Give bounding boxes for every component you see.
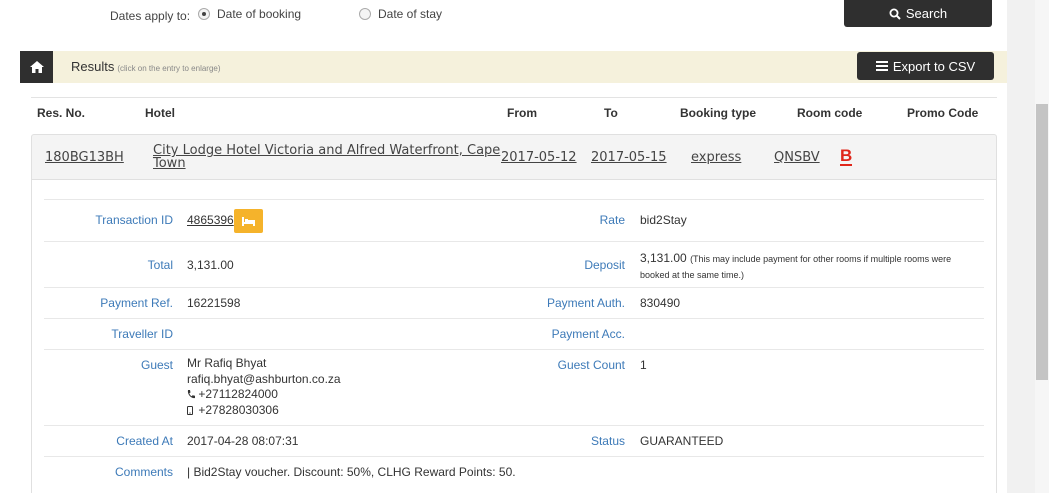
column-promo-code[interactable]: Promo Code <box>907 106 978 120</box>
radio-date-of-stay[interactable]: Date of stay <box>359 7 442 21</box>
column-from[interactable]: From <box>507 106 537 120</box>
total-label: Total <box>147 258 173 272</box>
payment-ref-value: 16221598 <box>187 296 241 310</box>
radio-selected-icon <box>198 8 210 20</box>
list-icon <box>875 61 888 71</box>
deposit-amount: 3,131.00 <box>640 251 687 265</box>
payment-auth-value: 830490 <box>640 296 681 310</box>
export-label: Export to CSV <box>892 58 976 74</box>
promo-b-icon[interactable]: B <box>840 147 853 166</box>
comments-value: | Bid2Stay voucher. Discount: 50%, CLHG … <box>187 465 516 479</box>
home-button[interactable] <box>20 51 53 83</box>
column-to[interactable]: To <box>604 106 618 120</box>
dates-apply-label: Dates apply to: <box>110 9 191 23</box>
created-at-label: Created At <box>116 434 173 448</box>
transaction-id-link[interactable]: 4865396 <box>187 213 234 227</box>
divider <box>44 318 984 319</box>
radio-date-of-booking[interactable]: Date of booking <box>198 7 301 21</box>
guest-phone-row: +27112824000 <box>187 387 341 403</box>
guest-name: Mr Rafiq Bhyat <box>187 356 267 370</box>
table-header-divider <box>31 97 997 98</box>
deposit-note-line1: (This may include payment for other room… <box>690 254 952 264</box>
phone-icon <box>187 390 195 399</box>
rate-label: Rate <box>599 213 625 227</box>
deposit-note-line2: booked at the same time.) <box>640 270 745 280</box>
column-hotel[interactable]: Hotel <box>145 106 175 120</box>
rate-value: bid2Stay <box>640 213 687 227</box>
divider <box>44 456 984 457</box>
radio-unselected-icon <box>359 8 371 20</box>
column-booking-type[interactable]: Booking type <box>680 106 756 120</box>
guest-count-label: Guest Count <box>557 358 625 372</box>
payment-acc-label: Payment Acc. <box>551 327 625 341</box>
guest-info: Mr Rafiq Bhyat rafiq.bhyat@ashburton.co.… <box>187 356 341 418</box>
divider <box>44 287 984 288</box>
hotel-bed-button[interactable] <box>234 209 263 233</box>
search-icon <box>889 8 901 20</box>
bed-icon <box>242 216 255 226</box>
radio-label: Date of booking <box>217 7 302 21</box>
results-hint: (click on the entry to enlarge) <box>117 64 221 73</box>
column-res-no[interactable]: Res. No. <box>37 106 85 120</box>
payment-auth-label: Payment Auth. <box>546 296 625 310</box>
transaction-id-label: Transaction ID <box>95 213 173 227</box>
divider <box>44 349 984 350</box>
booking-details-panel <box>31 180 997 493</box>
deposit-value: 3,131.00 (This may include payment for o… <box>640 251 951 283</box>
status-label: Status <box>590 434 625 448</box>
results-title: Results (click on the entry to enlarge) <box>71 59 221 74</box>
results-title-text: Results <box>71 59 115 74</box>
guest-label: Guest <box>140 358 173 372</box>
guest-mobile: +27828030306 <box>198 402 279 417</box>
hotel-name-line2: Town <box>153 156 186 171</box>
guest-phone: +27112824000 <box>198 387 278 401</box>
search-label: Search <box>905 6 948 21</box>
divider <box>44 241 984 242</box>
total-value: 3,131.00 <box>187 258 234 272</box>
to-date-link[interactable]: 2017-05-15 <box>591 150 667 165</box>
room-code-link[interactable]: QNSBV <box>774 150 820 165</box>
guest-mobile-row: +27828030306 <box>187 403 341 419</box>
hotel-link[interactable]: City Lodge Hotel Victoria and Alfred Wat… <box>153 144 500 170</box>
deposit-label: Deposit <box>584 258 625 272</box>
booking-type-link[interactable]: express <box>691 150 741 165</box>
res-no-link[interactable]: 180BG13BH <box>45 150 124 165</box>
search-button[interactable]: Search <box>844 0 992 27</box>
radio-label: Date of stay <box>378 7 443 21</box>
column-room-code[interactable]: Room code <box>797 106 862 120</box>
comments-label: Comments <box>114 465 173 479</box>
status-value: GUARANTEED <box>640 434 724 448</box>
payment-ref-label: Payment Ref. <box>100 296 173 310</box>
from-date-link[interactable]: 2017-05-12 <box>501 150 577 165</box>
divider <box>44 425 984 426</box>
traveller-id-label: Traveller ID <box>111 327 173 341</box>
hotel-name-line1: City Lodge Hotel Victoria and Alfred Wat… <box>153 143 501 158</box>
scrollbar-thumb[interactable] <box>1036 104 1048 380</box>
guest-email: rafiq.bhyat@ashburton.co.za <box>187 371 341 386</box>
guest-count-value: 1 <box>640 358 647 372</box>
created-at-value: 2017-04-28 08:07:31 <box>187 434 299 448</box>
home-icon <box>29 61 44 73</box>
export-csv-button[interactable]: Export to CSV <box>857 52 994 80</box>
mobile-icon <box>187 405 193 415</box>
divider <box>44 199 984 200</box>
